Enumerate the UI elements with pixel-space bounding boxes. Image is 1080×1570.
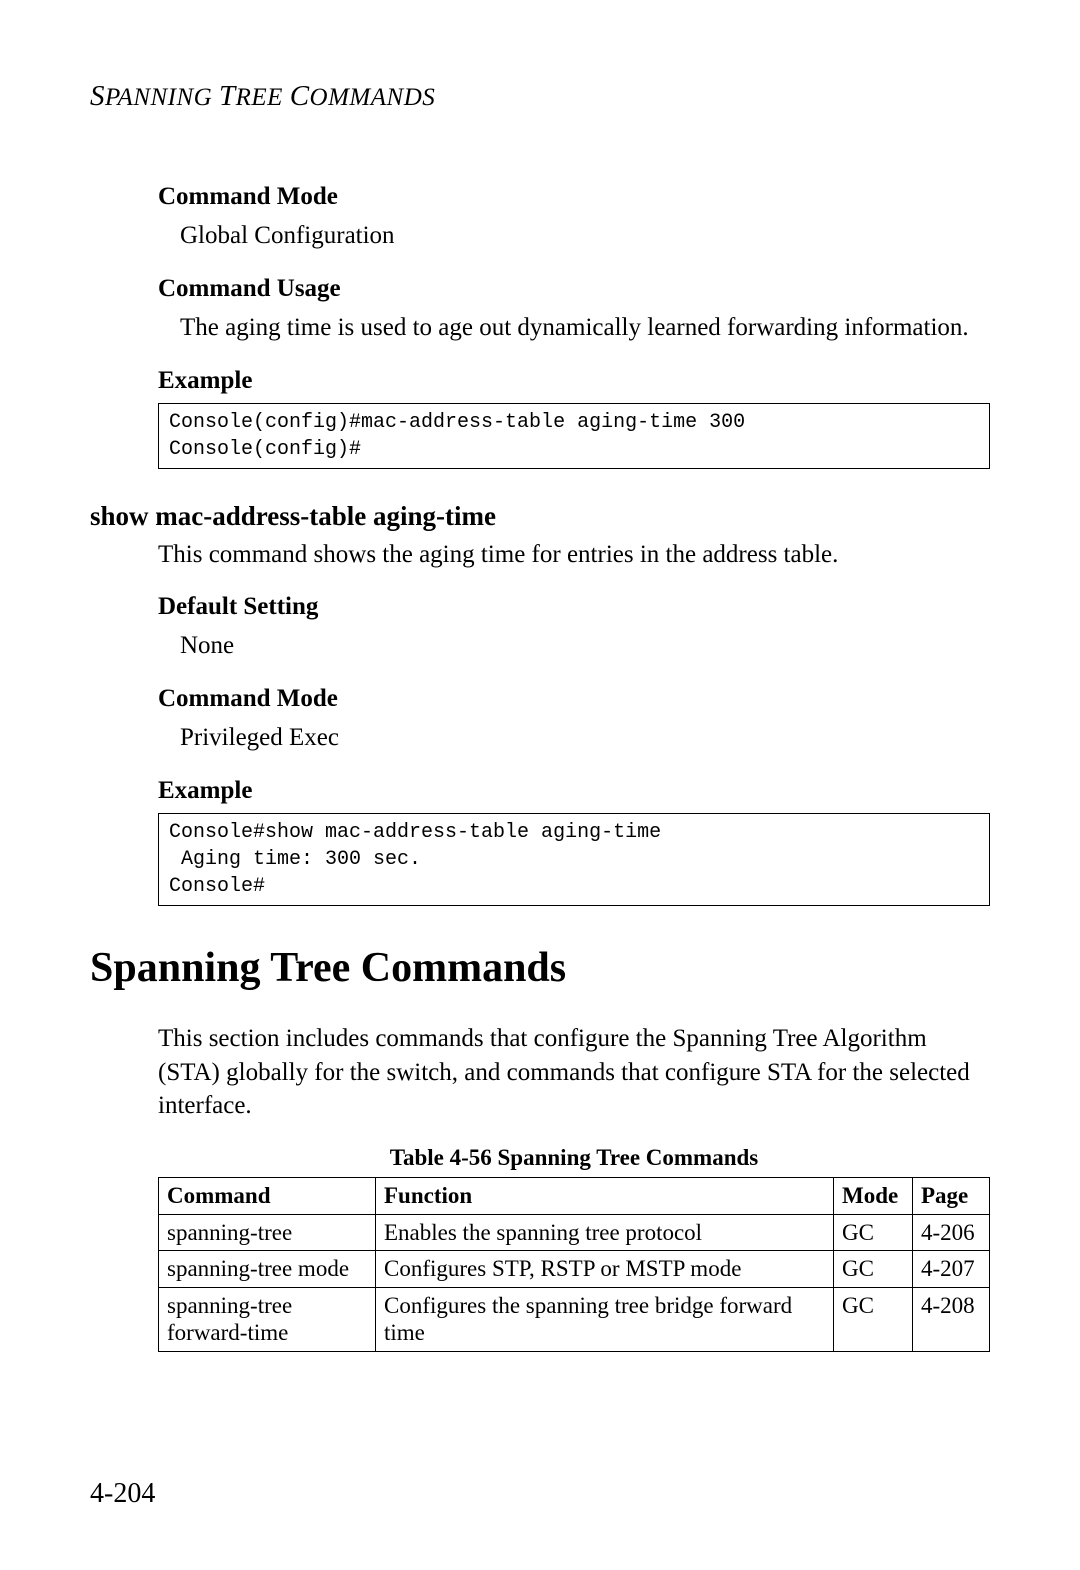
table-row: spanning-tree forward-time Configures th…: [159, 1287, 990, 1351]
heading-show-mac-aging: show mac-address-table aging-time: [90, 501, 990, 532]
th-mode: Mode: [834, 1178, 913, 1215]
section-prev-command: Command Mode Global Configuration Comman…: [158, 183, 990, 469]
label-example: Example: [158, 367, 990, 395]
th-page: Page: [913, 1178, 990, 1215]
table-spanning-tree: Command Function Mode Page spanning-tree…: [158, 1177, 990, 1352]
page: SPANNING TREE COMMANDS Command Mode Glob…: [0, 0, 1080, 1412]
td-mode: GC: [834, 1287, 913, 1351]
running-header: SPANNING TREE COMMANDS: [90, 80, 990, 113]
td-command: spanning-tree forward-time: [159, 1287, 376, 1351]
example-code-2: Console#show mac-address-table aging-tim…: [158, 813, 990, 906]
label-example-2: Example: [158, 777, 990, 805]
th-function: Function: [376, 1178, 834, 1215]
text-default-setting: None: [180, 629, 990, 663]
td-command: spanning-tree mode: [159, 1251, 376, 1288]
example-code: Console(config)#mac-address-table aging-…: [158, 403, 990, 469]
section-show-mac-aging: This command shows the aging time for en…: [158, 538, 990, 906]
td-page: 4-207: [913, 1251, 990, 1288]
label-command-mode: Command Mode: [158, 183, 990, 211]
section-spanning-tree: This section includes commands that conf…: [158, 1022, 990, 1352]
td-page: 4-206: [913, 1214, 990, 1251]
td-function: Configures STP, RSTP or MSTP mode: [376, 1251, 834, 1288]
td-page: 4-208: [913, 1287, 990, 1351]
th-command: Command: [159, 1178, 376, 1215]
label-command-usage: Command Usage: [158, 275, 990, 303]
label-command-mode-2: Command Mode: [158, 685, 990, 713]
text-section-intro: This section includes commands that conf…: [158, 1022, 990, 1123]
text-description: This command shows the aging time for en…: [158, 538, 990, 572]
table-row: spanning-tree Enables the spanning tree …: [159, 1214, 990, 1251]
td-mode: GC: [834, 1214, 913, 1251]
td-mode: GC: [834, 1251, 913, 1288]
text-command-mode-2: Privileged Exec: [180, 721, 990, 755]
text-command-mode: Global Configuration: [180, 219, 990, 253]
table-row: spanning-tree mode Configures STP, RSTP …: [159, 1251, 990, 1288]
page-number: 4-204: [90, 1478, 155, 1510]
td-command: spanning-tree: [159, 1214, 376, 1251]
text-command-usage: The aging time is used to age out dynami…: [180, 311, 990, 345]
section-title: Spanning Tree Commands: [90, 944, 990, 992]
table-caption: Table 4-56 Spanning Tree Commands: [158, 1145, 990, 1171]
table-header-row: Command Function Mode Page: [159, 1178, 990, 1215]
td-function: Configures the spanning tree bridge forw…: [376, 1287, 834, 1351]
label-default-setting: Default Setting: [158, 593, 990, 621]
td-function: Enables the spanning tree protocol: [376, 1214, 834, 1251]
